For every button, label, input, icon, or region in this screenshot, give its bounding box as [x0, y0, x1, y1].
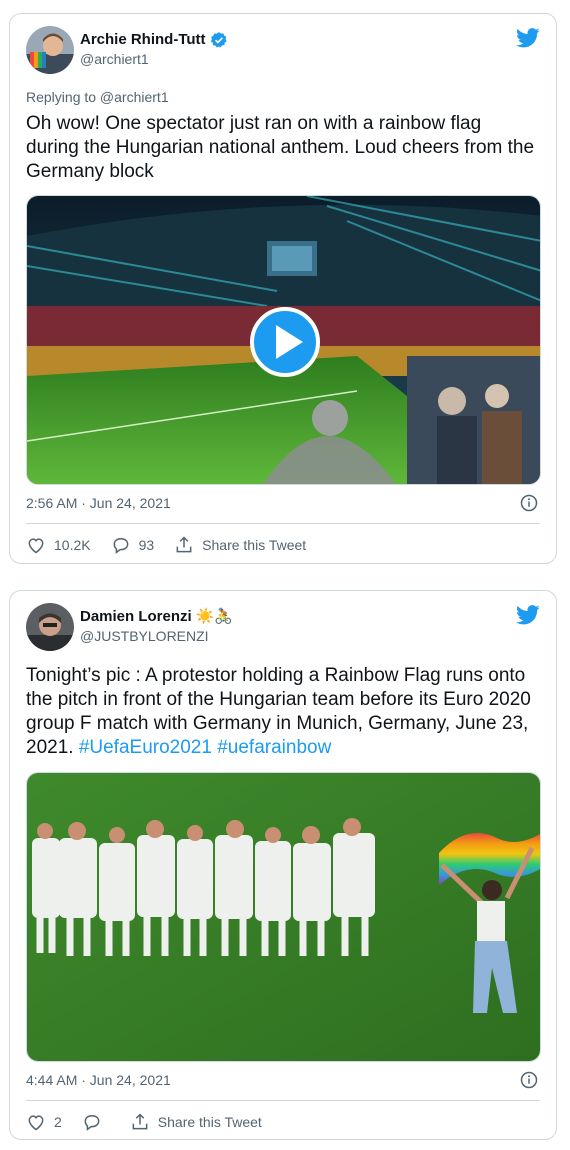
share-label: Share this Tweet	[157, 1114, 262, 1130]
heart-icon	[28, 538, 44, 554]
tweet-text: Oh wow! One spectator just ran on with a…	[26, 113, 535, 182]
author-emoji: ☀️🚴	[195, 608, 234, 625]
share-icon	[132, 1113, 148, 1130]
tweet-timestamp[interactable]: 2:56 AM · Jun 24, 2021	[26, 495, 171, 511]
display-name[interactable]: Archie Rhind-Tutt	[80, 30, 206, 50]
reply-icon	[84, 1114, 100, 1131]
divider	[26, 523, 540, 524]
tweet-video[interactable]	[26, 195, 541, 485]
like-count: 10.2K	[54, 537, 91, 553]
share-button[interactable]: Share this Tweet	[130, 1112, 262, 1132]
tweet-photo[interactable]	[26, 772, 541, 1062]
hashtag-link[interactable]: #UefaEuro2021	[79, 737, 212, 758]
like-button[interactable]: 2	[26, 1112, 62, 1132]
reply-button[interactable]: 93	[111, 535, 155, 555]
twitter-bird-icon[interactable]	[516, 605, 540, 625]
heart-icon	[28, 1115, 44, 1131]
tweet-header: Damien Lorenzi ☀️🚴 @JUSTBYLORENZI	[26, 603, 540, 653]
info-icon[interactable]	[520, 494, 538, 512]
share-button[interactable]: Share this Tweet	[174, 535, 306, 555]
handle[interactable]: @archiert1	[80, 50, 228, 69]
share-icon	[176, 536, 192, 553]
replying-to[interactable]: Replying to @archiert1	[26, 89, 169, 105]
share-label: Share this Tweet	[202, 537, 307, 553]
tweet-header: Archie Rhind-Tutt @archiert1	[26, 26, 540, 76]
display-name[interactable]: Damien Lorenzi	[80, 607, 192, 627]
tweet-actions: 2 Share this Tweet	[26, 1110, 540, 1134]
tweet-text: Tonight’s pic : A protestor holding a Ra…	[26, 664, 538, 760]
twitter-bird-icon[interactable]	[516, 28, 540, 48]
tweet-actions: 10.2K 93 Share this Tweet	[26, 533, 540, 557]
avatar[interactable]	[26, 26, 74, 74]
avatar[interactable]	[26, 603, 74, 651]
reply-icon	[113, 537, 129, 554]
info-icon[interactable]	[520, 1071, 538, 1089]
tweet-card[interactable]: Damien Lorenzi ☀️🚴 @JUSTBYLORENZI Tonigh…	[9, 590, 557, 1140]
divider	[26, 1100, 540, 1101]
reply-button[interactable]	[82, 1112, 110, 1132]
tweet-timestamp[interactable]: 4:44 AM · Jun 24, 2021	[26, 1072, 171, 1088]
like-button[interactable]: 10.2K	[26, 535, 91, 555]
hashtag-link[interactable]: #uefarainbow	[217, 737, 331, 758]
handle[interactable]: @JUSTBYLORENZI	[80, 627, 233, 646]
like-count: 2	[54, 1114, 62, 1130]
reply-count: 93	[138, 537, 155, 553]
tweet-card[interactable]: Archie Rhind-Tutt @archiert1 Replying to…	[9, 13, 557, 564]
verified-badge-icon	[210, 32, 227, 48]
